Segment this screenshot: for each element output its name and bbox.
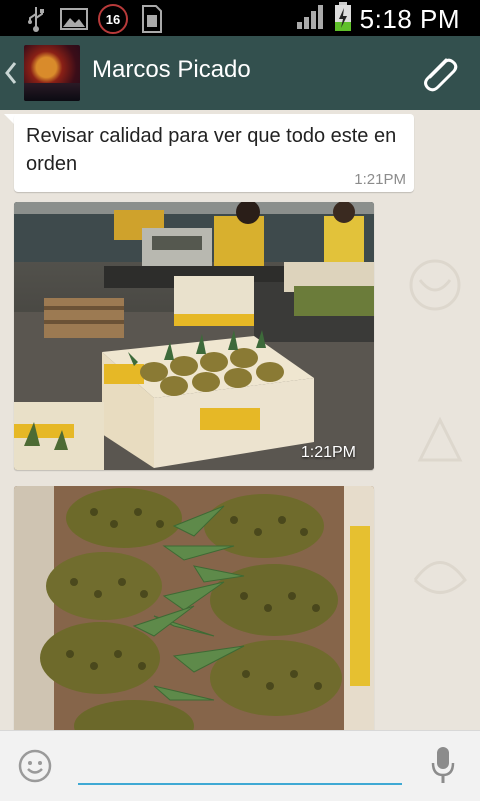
- contact-name[interactable]: Marcos Picado: [92, 56, 251, 84]
- image-message[interactable]: [14, 486, 374, 730]
- message-input[interactable]: [78, 747, 402, 785]
- paperclip-icon[interactable]: [416, 52, 460, 96]
- image-time: 1:21PM: [300, 444, 356, 461]
- clock: 5:18 PM: [359, 3, 460, 34]
- chat-header: Marcos Picado: [0, 36, 480, 110]
- emoji-icon[interactable]: [18, 749, 52, 783]
- notification-badge: 16: [98, 4, 128, 34]
- signal-icon: [296, 4, 326, 34]
- status-bar: 16 5:18 PM: [0, 0, 480, 36]
- microphone-icon[interactable]: [430, 745, 456, 785]
- doodle-icon: [413, 561, 467, 594]
- message-list[interactable]: Revisar calidad para ver que todo este e…: [0, 110, 480, 730]
- battery-charging-icon: [334, 2, 352, 36]
- compose-bar: [0, 730, 480, 801]
- message-text: Revisar calidad para ver que todo este e…: [26, 125, 397, 175]
- doodle-icon: [409, 259, 461, 311]
- message-bubble[interactable]: Revisar calidad para ver que todo este e…: [14, 114, 414, 192]
- usb-icon: [22, 5, 50, 33]
- photo-pineapples[interactable]: [14, 486, 374, 730]
- photo-packing-line[interactable]: [14, 202, 374, 470]
- image-message[interactable]: 1:21PM: [14, 202, 374, 470]
- image-icon: [60, 5, 88, 33]
- message-time: 1:21PM: [354, 171, 406, 188]
- doodle-icon: [417, 416, 463, 462]
- avatar[interactable]: [24, 45, 80, 101]
- sim-icon: [138, 5, 166, 33]
- back-chevron-icon[interactable]: [2, 60, 20, 86]
